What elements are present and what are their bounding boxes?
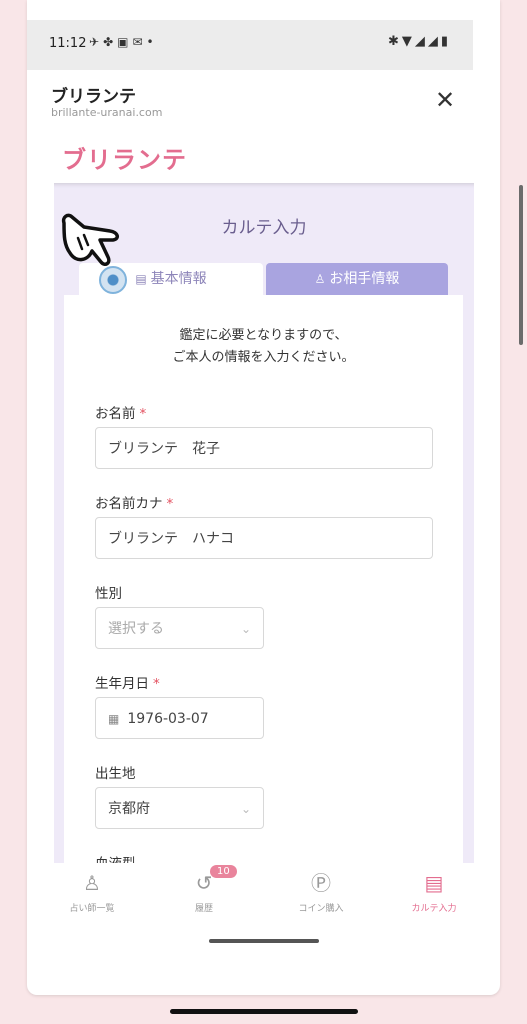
chevron-down-icon: ⌄	[240, 802, 251, 816]
signal-icon: ◢	[427, 34, 441, 49]
required-mark: *	[139, 406, 147, 422]
status-notification-icons: ✈✤▣✉•	[89, 35, 158, 49]
coin-icon: Ⓟ	[311, 871, 331, 895]
name-kana-field[interactable]: ブリランテ ハナコ	[95, 517, 433, 559]
nav-label: カルテ入力	[411, 904, 457, 914]
birthdate-field[interactable]: ▦ 1976-03-07	[95, 697, 264, 739]
dot-icon: •	[146, 35, 158, 49]
tab-partner-info[interactable]: ♙ お相手情報	[266, 263, 448, 295]
calendar-icon: ▦	[108, 712, 120, 726]
status-system-icons: ✱▼◢◢▮	[388, 34, 451, 49]
gender-label: 性別	[95, 586, 122, 602]
gender-placeholder: 選択する	[108, 621, 164, 637]
document-icon: ▤	[424, 871, 444, 895]
close-button[interactable]: ✕	[429, 84, 461, 116]
nav-item-fortune-tellers[interactable]: ♙ 占い師一覧	[42, 871, 142, 914]
name-kana-label: お名前カナ *	[95, 492, 173, 512]
intro-line: ご本人の情報を入力ください。	[172, 350, 355, 365]
bottom-navigation: ♙ 占い師一覧 ↺ 10 履歴 Ⓟ コイン購入 ▤ カルテ入力	[54, 863, 474, 923]
birthdate-label: 生年月日 *	[95, 672, 160, 692]
gender-select[interactable]: 選択する ⌄	[95, 607, 264, 649]
nav-item-history[interactable]: ↺ 10 履歴	[154, 865, 254, 914]
calendar-icon: ▣	[117, 35, 133, 49]
birthplace-label: 出生地	[95, 766, 136, 782]
status-bar: 11:12 ✈✤▣✉• ✱▼◢◢▮	[27, 20, 473, 70]
birthdate-value: 1976-03-07	[127, 711, 209, 727]
signal-icon: ◢	[414, 34, 428, 49]
name-label-text: お名前	[95, 406, 136, 422]
gesture-bar[interactable]	[209, 939, 319, 943]
birthplace-value: 京都府	[108, 801, 150, 817]
person-icon: ♙	[83, 871, 101, 895]
browser-title: ブリランテ	[51, 87, 136, 107]
person-icon: ♙	[314, 272, 326, 286]
name-field[interactable]: ブリランテ 花子	[95, 427, 433, 469]
birthdate-label-text: 生年月日	[95, 676, 149, 692]
brand-logo[interactable]: ブリランテ	[62, 140, 187, 175]
required-mark: *	[153, 676, 160, 692]
tab-label: お相手情報	[329, 271, 400, 287]
blood-type-label: 血液型	[95, 852, 136, 863]
gmail-icon: ✉	[132, 35, 147, 49]
required-mark: *	[166, 496, 174, 512]
browser-header: ブリランテ brillante-uranai.com ✕	[27, 70, 473, 132]
wifi-icon: ▼	[401, 34, 415, 49]
form-intro: 鑑定に必要となりますので、 ご本人の情報を入力ください。	[64, 325, 463, 369]
chevron-down-icon: ⌄	[240, 622, 251, 636]
name-label: お名前 *	[95, 402, 146, 422]
browser-url: brillante-uranai.com	[51, 106, 163, 119]
nav-label: コイン購入	[298, 904, 344, 914]
scrollbar[interactable]	[519, 185, 523, 345]
fan-icon: ✤	[103, 35, 118, 49]
profile-form: 鑑定に必要となりますので、 ご本人の情報を入力ください。 お名前 * ブリランテ …	[64, 295, 463, 863]
status-time: 11:12	[49, 36, 87, 51]
history-icon: ↺	[195, 871, 213, 895]
tab-label: 基本情報	[150, 271, 207, 287]
nav-label: 履歴	[194, 904, 213, 914]
notification-badge: 10	[210, 865, 237, 878]
nav-label: 占い師一覧	[69, 904, 115, 914]
birthplace-select[interactable]: 京都府 ⌄	[95, 787, 264, 829]
notification-icon: ✈	[89, 35, 104, 49]
name-kana-label-text: お名前カナ	[95, 496, 163, 512]
nav-item-karte-input[interactable]: ▤ カルテ入力	[384, 871, 484, 914]
document-icon: ▤	[135, 272, 147, 286]
intro-line: 鑑定に必要となりますので、	[179, 328, 348, 343]
home-indicator[interactable]	[170, 1009, 358, 1014]
bluetooth-icon: ✱	[387, 34, 402, 49]
nav-item-buy-coins[interactable]: Ⓟ コイン購入	[271, 871, 371, 914]
pointing-hand-icon	[61, 213, 119, 266]
battery-icon: ▮	[440, 34, 451, 49]
